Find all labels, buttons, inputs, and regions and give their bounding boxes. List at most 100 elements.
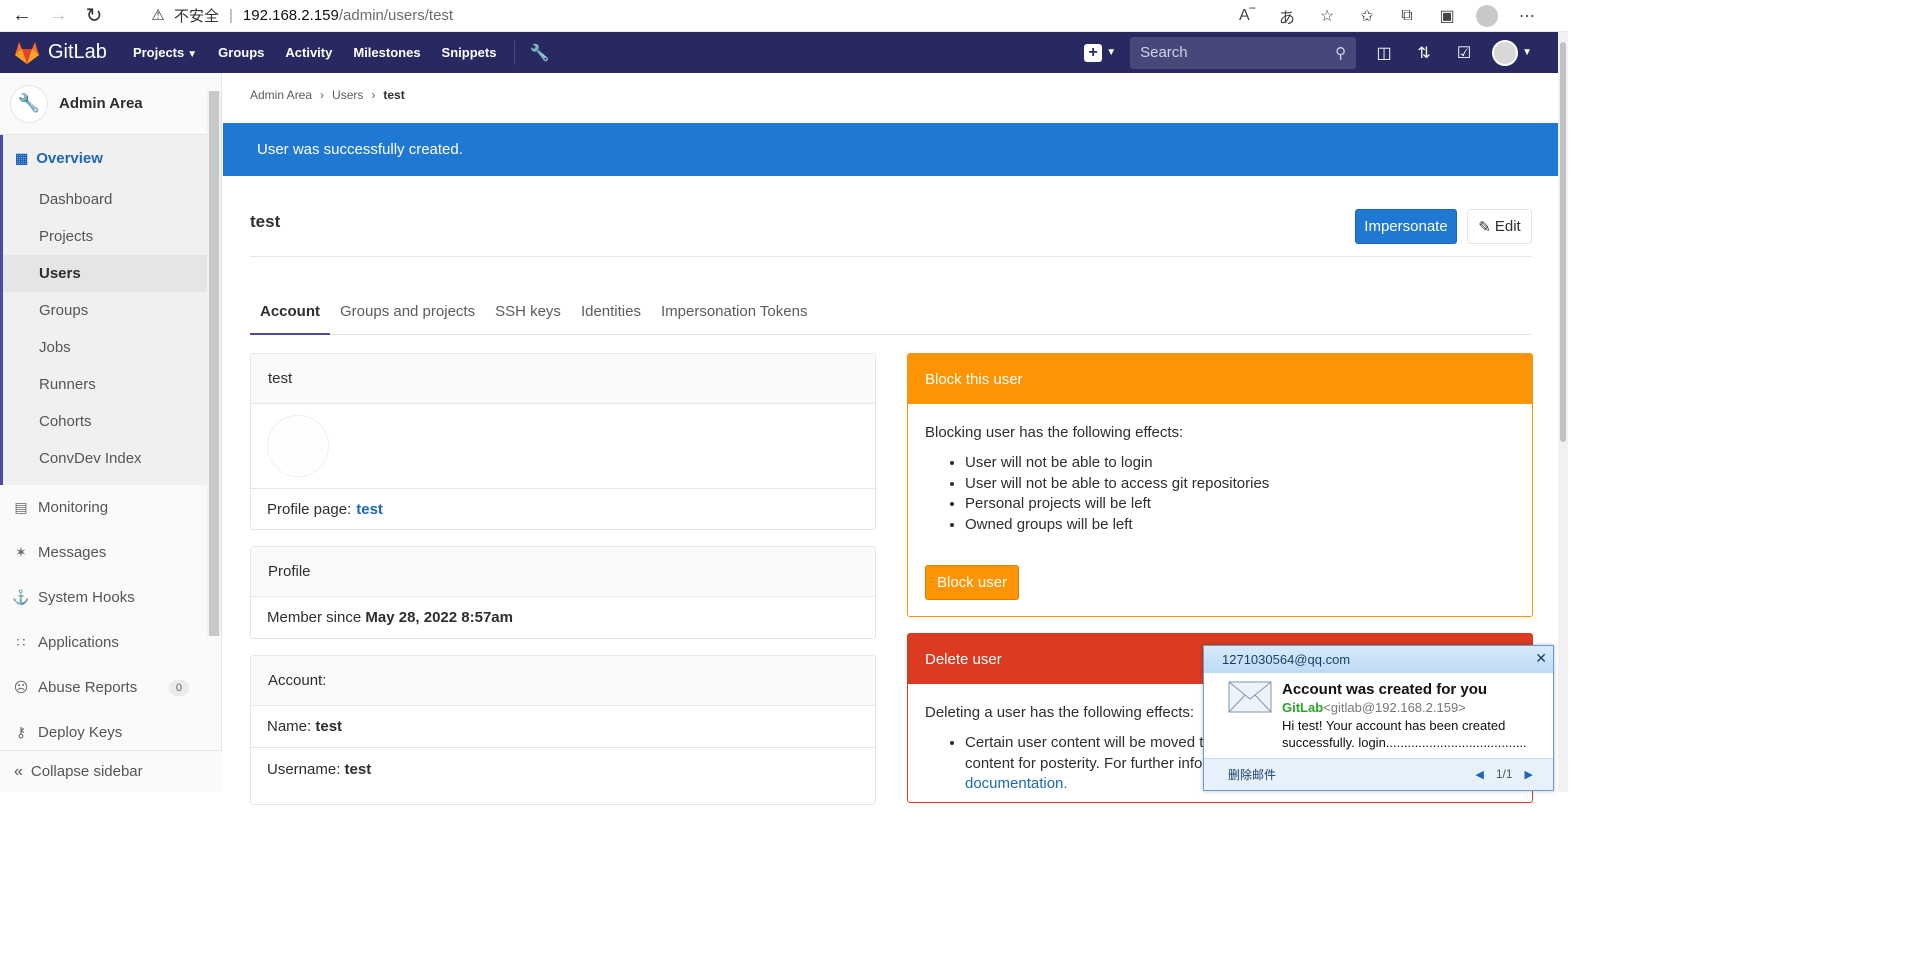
member-since-value: May 28, 2022 8:57am [365, 609, 513, 626]
mail-notification[interactable]: 1271030564@qq.com ✕ Account was created … [1203, 645, 1554, 791]
chevron-right-icon: › [371, 88, 376, 102]
profile-avatar[interactable] [1476, 5, 1498, 27]
sidebar-item-users[interactable]: Users [3, 255, 207, 292]
forward-icon[interactable]: → [44, 2, 72, 30]
key-icon: ⚷ [15, 724, 27, 740]
username-value: test [344, 761, 372, 778]
profile-page-link[interactable]: test [356, 501, 383, 518]
nav-groups[interactable]: Groups [218, 45, 264, 60]
wrench-icon: 🔧 [10, 84, 48, 123]
sidebar-item-messages[interactable]: ✶ Messages [0, 530, 207, 575]
block-user-button[interactable]: Block user [925, 565, 1020, 600]
admin-sidebar: 🔧 Admin Area ▦ Overview Dashboard Projec… [0, 73, 222, 792]
double-chevron-left-icon: « [14, 762, 23, 780]
tab-identities[interactable]: Identities [571, 288, 651, 335]
collections-icon[interactable]: ⧉ [1396, 7, 1418, 25]
notification-footer: 删除邮件 ◀ 1/1 ▶ [1204, 758, 1553, 790]
breadcrumb: Admin Area › Users › test [250, 88, 405, 102]
tab-groups-and-projects[interactable]: Groups and projects [330, 288, 485, 335]
pager-count: 1/1 [1495, 767, 1513, 781]
chevron-right-icon: › [320, 88, 325, 102]
next-arrow-icon[interactable]: ▶ [1525, 768, 1533, 781]
main-nav: Projects ▼ Groups Activity Milestones Sni… [133, 45, 497, 60]
envelope-icon [1228, 681, 1272, 713]
sidebar-scrollbar-thumb[interactable] [209, 91, 219, 636]
sidebar-title: Admin Area [59, 95, 143, 112]
todo-check-icon[interactable]: ☑ [1452, 41, 1476, 65]
sidebar-item-projects[interactable]: Projects [3, 218, 207, 255]
delete-effect-line1: Certain user content will be moved to [965, 734, 1212, 751]
sidebar-item-runners[interactable]: Runners [3, 366, 207, 403]
name-label: Name: [267, 718, 312, 735]
nav-divider [514, 40, 516, 65]
user-avatar[interactable] [1492, 39, 1519, 66]
header-right: + ▼ Search ⚲ ◫ ⇅ ☑ ▼ [1084, 32, 1558, 73]
merge-request-icon[interactable]: ⇅ [1412, 41, 1436, 65]
sidebar-header[interactable]: 🔧 Admin Area [0, 73, 207, 135]
edit-button[interactable]: ✎ Edit [1467, 209, 1532, 244]
page-scrollbar-thumb[interactable] [1560, 42, 1566, 442]
impersonate-button[interactable]: Impersonate [1355, 209, 1457, 244]
sidebar-item-groups[interactable]: Groups [3, 292, 207, 329]
sidebar-item-system-hooks[interactable]: ⚓ System Hooks [0, 575, 207, 620]
read-aloud-icon[interactable]: A‾ [1236, 7, 1258, 25]
prev-arrow-icon[interactable]: ◀ [1475, 768, 1483, 781]
delete-mail-link[interactable]: 删除邮件 [1228, 766, 1276, 783]
sad-face-icon: ☹ [13, 679, 29, 695]
notification-header: 1271030564@qq.com ✕ [1204, 646, 1553, 673]
refresh-icon[interactable]: ↻ [80, 2, 108, 30]
new-plus-icon[interactable]: + [1084, 43, 1103, 62]
sidebar-item-applications[interactable]: ∷ Applications [0, 620, 207, 665]
delete-effect-line2: content for posterity. For further infor [965, 754, 1208, 772]
screenshot-icon[interactable]: ▣ [1436, 6, 1458, 26]
tab-ssh-keys[interactable]: SSH keys [485, 288, 571, 335]
sidebar-item-cohorts[interactable]: Cohorts [3, 403, 207, 440]
block-user-panel: Block this user Blocking user has the fo… [907, 353, 1533, 617]
search-input[interactable]: Search ⚲ [1130, 36, 1357, 69]
list-item: Owned groups will be left [965, 515, 1515, 536]
sidebar-toggle-icon[interactable]: ◫ [1372, 41, 1396, 65]
sidebar-item-deploy-keys[interactable]: ⚷ Deploy Keys [0, 710, 207, 755]
translate-icon[interactable]: あ [1276, 4, 1298, 28]
edit-icon: ✎ [1478, 218, 1491, 236]
block-effects-list: User will not be able to login User will… [965, 453, 1515, 535]
profile-page-row: Profile page: test [251, 488, 875, 529]
nav-snippets[interactable]: Snippets [442, 45, 497, 60]
breadcrumb-current[interactable]: test [383, 88, 404, 102]
notification-body[interactable]: Account was created for you GitLab<gitla… [1204, 673, 1553, 761]
nav-projects[interactable]: Projects ▼ [133, 45, 197, 60]
sidebar-item-dashboard[interactable]: Dashboard [3, 181, 207, 218]
sidebar-item-abuse-reports[interactable]: ☹ Abuse Reports 0 [0, 665, 207, 710]
sidebar-item-monitoring[interactable]: ▤ Monitoring [0, 485, 207, 530]
favorites-icon[interactable]: ✩ [1356, 6, 1378, 26]
nav-milestones[interactable]: Milestones [353, 45, 420, 60]
back-icon[interactable]: ← [8, 2, 36, 30]
sidebar-scrollbar[interactable] [207, 91, 221, 636]
profile-panel: Profile Member since May 28, 2022 8:57am [250, 546, 876, 639]
browser-actions: A‾ あ ☆ ✩ ⧉ ▣ ⋯ [1236, 0, 1538, 32]
avatar [267, 415, 329, 477]
add-favorite-icon[interactable]: ☆ [1316, 6, 1338, 26]
sidebar-item-jobs[interactable]: Jobs [3, 329, 207, 366]
sidebar-item-overview[interactable]: ▦ Overview [0, 135, 207, 181]
user-panel-header: test [251, 354, 875, 404]
gitlab-brand[interactable]: GitLab [48, 41, 107, 64]
close-icon[interactable]: ✕ [1535, 650, 1547, 667]
search-placeholder: Search [1140, 44, 1188, 61]
gitlab-logo-icon[interactable] [14, 41, 40, 65]
breadcrumb-admin-area[interactable]: Admin Area [250, 88, 312, 102]
profile-page-label: Profile page: [267, 500, 352, 518]
breadcrumb-users[interactable]: Users [332, 88, 363, 102]
name-row: Name: test [251, 706, 875, 747]
documentation-link[interactable]: documentation. [965, 775, 1068, 792]
url-path: /admin/users/test [338, 6, 454, 24]
collapse-sidebar-button[interactable]: « Collapse sidebar [0, 750, 222, 792]
edit-button-label: Edit [1494, 218, 1521, 235]
tab-account[interactable]: Account [250, 288, 330, 335]
more-icon[interactable]: ⋯ [1516, 6, 1538, 26]
tab-impersonation-tokens[interactable]: Impersonation Tokens [651, 288, 817, 335]
admin-wrench-icon[interactable]: 🔧 [529, 43, 549, 63]
nav-activity[interactable]: Activity [285, 45, 332, 60]
sidebar-item-convdev-index[interactable]: ConvDev Index [3, 440, 207, 477]
page-scrollbar[interactable] [1558, 32, 1568, 792]
